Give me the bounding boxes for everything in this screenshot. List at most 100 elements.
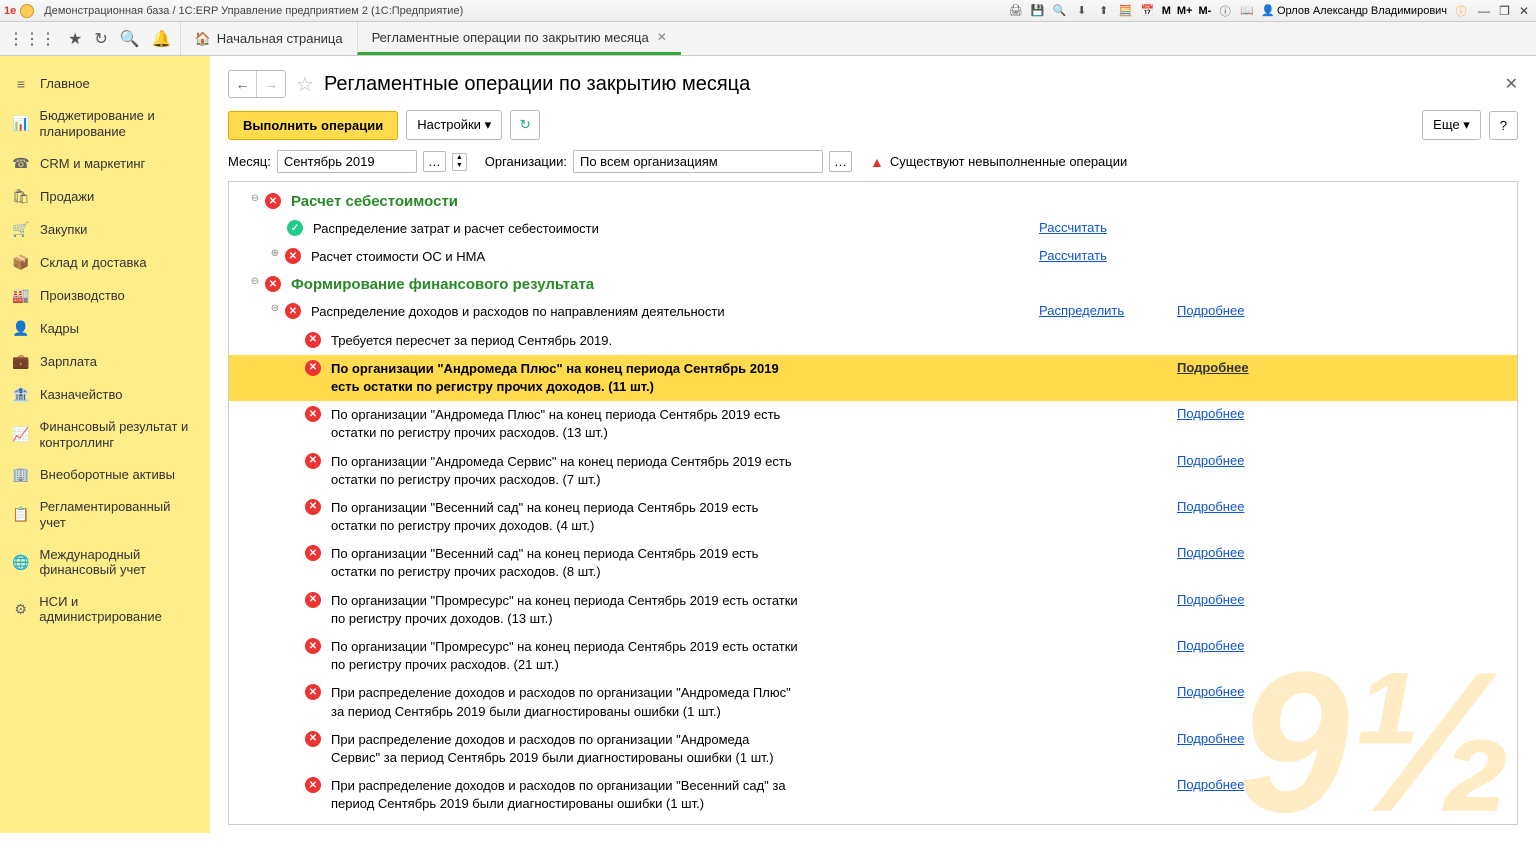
tree-row-selected[interactable]: ✕ По организации "Андромеда Плюс" на кон… [229, 355, 1517, 401]
details-link[interactable]: Подробнее [1177, 360, 1249, 375]
book-icon[interactable]: 📖 [1239, 3, 1255, 19]
collapse-icon[interactable]: ⊖ [249, 193, 261, 204]
sidebar-item-purchase[interactable]: 🛒Закупки [0, 213, 210, 246]
info1-icon[interactable]: ⓘ [1217, 3, 1233, 19]
settings-button[interactable]: Настройки ▾ [406, 110, 502, 140]
month-input[interactable] [277, 150, 417, 173]
error-icon: ✕ [305, 592, 321, 608]
winbtn-yellow[interactable] [20, 4, 34, 18]
sidebar-item-admin[interactable]: ⚙НСИ и администрирование [0, 586, 210, 633]
cart-icon: 🛒 [12, 221, 30, 238]
tree-row[interactable]: ✓ Распределение затрат и расчет себестои… [229, 215, 1517, 243]
details-link[interactable]: Подробнее [1177, 731, 1244, 746]
section-title: Формирование финансового результата [291, 276, 594, 293]
forward-icon[interactable]: → [257, 71, 285, 97]
tree-row[interactable]: ✕ При распределение доходов и расходов п… [229, 726, 1517, 772]
row-text: По организации "Весенний сад" на конец п… [331, 499, 801, 535]
details-link[interactable]: Подробнее [1177, 453, 1244, 468]
tree-row[interactable]: ✕ По организации "Андромеда Сервис" на к… [229, 448, 1517, 494]
sidebar-item-regulated[interactable]: 📋Регламентированный учет [0, 491, 210, 538]
sidebar-item-production[interactable]: 🏭Производство [0, 279, 210, 312]
month-label: Месяц: [228, 154, 271, 169]
month-stepper[interactable]: ▲▼ [452, 153, 467, 171]
month-picker-button[interactable]: … [423, 151, 446, 172]
calc-link[interactable]: Рассчитать [1039, 248, 1107, 263]
sidebar-item-finance[interactable]: 📈Финансовый результат и контроллинг [0, 411, 210, 458]
sidebar-item-warehouse[interactable]: 📦Склад и доставка [0, 246, 210, 279]
section-row[interactable]: ⊖ ✕ Формирование финансового результата [229, 271, 1517, 298]
details-link[interactable]: Подробнее [1177, 684, 1244, 699]
tree-row[interactable]: ✕ По организации "Весенний сад" на конец… [229, 494, 1517, 540]
m-plus-icon[interactable]: M+ [1177, 5, 1193, 17]
tree-row[interactable]: ✕ При распределение доходов и расходов п… [229, 772, 1517, 818]
favorite-icon[interactable]: ☆ [296, 72, 314, 97]
section-row[interactable]: ⊖ ✕ Расчет себестоимости [229, 188, 1517, 215]
search2-icon[interactable]: 🔍 [120, 29, 140, 49]
print-icon[interactable]: 🖨 [1008, 3, 1024, 19]
calc-link[interactable]: Рассчитать [1039, 220, 1107, 235]
distribute-link[interactable]: Распределить [1039, 303, 1124, 318]
tree-row[interactable]: ✕ По организации "Промресурс" на конец п… [229, 587, 1517, 633]
tree-row[interactable]: ✕ По организации "Промресурс" на конец п… [229, 633, 1517, 679]
sidebar-item-salary[interactable]: 💼Зарплата [0, 345, 210, 378]
tab-home[interactable]: 🏠 Начальная страница [180, 22, 357, 55]
close-window-icon[interactable]: ✕ [1519, 4, 1529, 18]
details-link[interactable]: Подробнее [1177, 303, 1244, 318]
tree-row[interactable]: ⊕ ✕ Расчет стоимости ОС и НМА Рассчитать [229, 243, 1517, 271]
sidebar-item-ifrs[interactable]: 🌐Международный финансовый учет [0, 539, 210, 586]
search-icon[interactable]: 🔍 [1052, 3, 1068, 19]
tree-row[interactable]: ⊖ ✕ Распределение доходов и расходов по … [229, 298, 1517, 326]
bell-icon[interactable]: 🔔 [152, 29, 172, 49]
execute-button[interactable]: Выполнить операции [228, 111, 398, 140]
error-icon: ✕ [305, 777, 321, 793]
sidebar-item-crm[interactable]: ☎CRM и маркетинг [0, 147, 210, 180]
history-icon[interactable]: ↻ [94, 29, 107, 49]
expand-icon[interactable]: ⊕ [269, 248, 281, 259]
tree-row[interactable]: ✕ Требуется пересчет за период Сентябрь … [229, 327, 1517, 355]
graph-icon: 📈 [12, 426, 29, 443]
sidebar-item-assets[interactable]: 🏢Внеоборотные активы [0, 458, 210, 491]
sidebar-item-budget[interactable]: 📊Бюджетирование и планирование [0, 100, 210, 147]
details-link[interactable]: Подробнее [1177, 592, 1244, 607]
error-icon: ✕ [285, 303, 301, 319]
maximize-icon[interactable]: ❐ [1499, 4, 1510, 18]
collapse-icon[interactable]: ⊖ [249, 276, 261, 287]
down-icon[interactable]: ⬇ [1074, 3, 1090, 19]
sidebar-label: Бюджетирование и планирование [39, 108, 198, 139]
minimize-icon[interactable]: — [1478, 4, 1490, 18]
refresh-button[interactable]: ↻ [510, 110, 540, 140]
back-icon[interactable]: ← [229, 71, 257, 97]
close-content-icon[interactable]: ✕ [1505, 74, 1518, 94]
sidebar-item-main[interactable]: ≡Главное [0, 68, 210, 100]
details-link[interactable]: Подробнее [1177, 406, 1244, 421]
calendar-icon[interactable]: 📅 [1140, 3, 1156, 19]
sidebar-item-hr[interactable]: 👤Кадры [0, 312, 210, 345]
details-link[interactable]: Подробнее [1177, 545, 1244, 560]
sidebar-item-sales[interactable]: 🛍Продажи [0, 180, 210, 213]
details-link[interactable]: Подробнее [1177, 638, 1244, 653]
collapse-icon[interactable]: ⊖ [269, 303, 281, 314]
calc-icon[interactable]: 🧮 [1118, 3, 1134, 19]
up-icon[interactable]: ⬆ [1096, 3, 1112, 19]
details-link[interactable]: Подробнее [1177, 499, 1244, 514]
up-arrow-icon[interactable]: ▲ [453, 154, 466, 162]
more-button[interactable]: Еще ▾ [1422, 110, 1481, 140]
sidebar-item-treasury[interactable]: 🏦Казначейство [0, 378, 210, 411]
star-icon[interactable]: ★ [68, 29, 82, 49]
tab-close-icon[interactable]: ✕ [657, 30, 667, 44]
details-link[interactable]: Подробнее [1177, 777, 1244, 792]
help-button[interactable]: ? [1489, 111, 1518, 140]
tree-row[interactable]: ✕ По организации "Андромеда Плюс" на кон… [229, 401, 1517, 447]
tree-row[interactable]: ✕ По организации "Весенний сад" на конец… [229, 540, 1517, 586]
info2-icon[interactable]: ⓘ [1453, 3, 1469, 19]
user-label[interactable]: 👤 Орлов Александр Владимирович [1261, 4, 1447, 17]
m-minus-icon[interactable]: M- [1198, 5, 1211, 17]
down-arrow-icon[interactable]: ▼ [453, 162, 466, 170]
org-picker-button[interactable]: … [829, 151, 852, 172]
m-icon[interactable]: M [1162, 5, 1171, 17]
org-input[interactable] [573, 150, 823, 173]
tab-closing-operations[interactable]: Регламентные операции по закрытию месяца… [357, 22, 681, 55]
tree-row[interactable]: ✕ При распределение доходов и расходов п… [229, 679, 1517, 725]
apps-icon[interactable]: ⋮⋮⋮ [8, 29, 56, 49]
save-icon[interactable]: 💾 [1030, 3, 1046, 19]
